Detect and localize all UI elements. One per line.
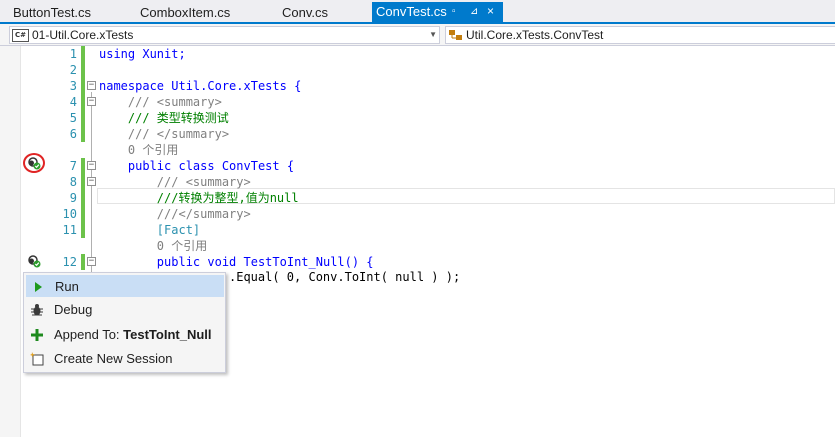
menu-item-label: Run (55, 279, 79, 294)
code-text: ///转换为整型,值为null (99, 191, 299, 205)
codelens-references[interactable]: 0 个引用 (0, 142, 835, 158)
menu-item-label: Debug (54, 302, 93, 317)
collapse-icon[interactable]: − (87, 161, 96, 170)
change-marker (81, 190, 85, 206)
change-marker (81, 126, 85, 142)
code-line-10[interactable]: 10 ///</summary> (0, 206, 835, 222)
class-icon (449, 30, 462, 40)
class-dropdown[interactable]: Util.Core.xTests.ConvTest (445, 26, 835, 44)
change-marker (81, 254, 85, 270)
line-number: 10 (62, 207, 77, 221)
code-text: public class ConvTest { (99, 159, 295, 173)
menu-item-debug[interactable]: Debug (26, 299, 224, 321)
menu-item-create-new-session[interactable]: Create New Session (26, 348, 224, 370)
play-icon (35, 282, 42, 292)
collapse-icon[interactable]: − (87, 257, 96, 266)
codelens-text[interactable]: 0 个引用 (99, 238, 207, 254)
code-line-3[interactable]: 3 − namespace Util.Core.xTests { (0, 78, 835, 94)
code-line-1[interactable]: 1 using Xunit; (0, 46, 835, 62)
code-line-12[interactable]: 12 − public void TestToInt_Null() { (0, 254, 835, 270)
code-line-7[interactable]: 7 − public class ConvTest { (0, 158, 835, 174)
menu-item-append-to[interactable]: Append To: TestToInt_Null (26, 324, 224, 346)
tab-comboxitem[interactable]: ComboxItem.cs (140, 3, 230, 22)
code-line-2[interactable]: 2 (0, 62, 835, 78)
code-line-8[interactable]: 8 − /// <summary> (0, 174, 835, 190)
code-line-9[interactable]: 9 ///转换为整型,值为null (0, 190, 835, 206)
change-marker (81, 62, 85, 78)
tab-convtest[interactable]: ConvTest.cs ▫ ⊿ × (372, 2, 503, 22)
code-text: /// </summary> (99, 127, 230, 141)
collapse-icon[interactable]: − (87, 177, 96, 186)
menu-item-label: Append To: TestToInt_Null (54, 324, 212, 346)
code-line-11[interactable]: 11 [Fact] (0, 222, 835, 238)
code-text: public void TestToInt_Null() { (99, 255, 374, 269)
class-dropdown-value: Util.Core.xTests.ConvTest (466, 28, 604, 42)
project-dropdown-value: 01-Util.Core.xTests (32, 28, 134, 42)
navigation-bar: C# 01-Util.Core.xTests ▼ Util.Core.xTest… (0, 24, 835, 46)
plus-icon (31, 329, 43, 341)
keep-open-icon[interactable]: ⊿ (470, 2, 478, 21)
bug-icon (31, 304, 43, 316)
line-number: 3 (69, 79, 77, 93)
project-dropdown[interactable]: C# 01-Util.Core.xTests ▼ (9, 26, 440, 44)
tab-conv[interactable]: Conv.cs (282, 3, 328, 22)
code-line-4[interactable]: 4 − /// <summary> (0, 94, 835, 110)
code-text: .Equal( 0, Conv.ToInt( null ) ); (229, 270, 461, 284)
tab-buttontest[interactable]: ButtonTest.cs (13, 3, 91, 22)
unit-test-icon[interactable] (27, 254, 41, 268)
line-number: 9 (69, 191, 77, 205)
code-text: /// 类型转换测试 (99, 111, 229, 125)
line-number: 6 (69, 127, 77, 141)
code-text: [Fact] (99, 223, 201, 237)
change-marker (81, 206, 85, 222)
tab-label: ComboxItem.cs (140, 5, 231, 20)
code-text: using Xunit; (99, 47, 186, 61)
line-number: 4 (69, 95, 77, 109)
csharp-project-icon: C# (12, 29, 29, 42)
code-line-5[interactable]: 5 /// 类型转换测试 (0, 110, 835, 126)
code-line-6[interactable]: 6 /// </summary> (0, 126, 835, 142)
new-session-icon (30, 352, 44, 366)
tab-label: ButtonTest.cs (13, 5, 92, 20)
codelens-references[interactable]: 0 个引用 (0, 238, 835, 254)
append-prefix: Append To: (54, 327, 124, 342)
line-number: 7 (69, 159, 77, 173)
line-number: 1 (69, 47, 77, 61)
code-text: /// <summary> (99, 95, 222, 109)
tab-label: ConvTest.cs (376, 4, 447, 19)
change-marker (81, 94, 85, 110)
code-text: ///</summary> (99, 207, 251, 221)
code-text: /// <summary> (99, 175, 251, 189)
unit-test-context-menu: Run Debug Append To: TestToInt_Null Crea… (23, 272, 226, 373)
line-number: 12 (62, 255, 77, 269)
collapse-icon[interactable]: − (87, 81, 96, 90)
append-target: TestToInt_Null (123, 327, 212, 342)
tab-label: Conv.cs (282, 5, 328, 20)
code-text: namespace Util.Core.xTests { (99, 79, 302, 93)
change-marker (81, 222, 85, 238)
change-marker (81, 174, 85, 190)
highlight-circle (23, 153, 45, 173)
close-icon[interactable]: × (487, 2, 494, 21)
collapse-icon[interactable]: − (87, 97, 96, 106)
change-marker (81, 78, 85, 94)
document-tab-bar: ButtonTest.cs ComboxItem.cs Conv.cs Conv… (0, 0, 835, 24)
change-marker (81, 46, 85, 62)
pin-icon[interactable]: ▫ (452, 2, 456, 21)
line-number: 5 (69, 111, 77, 125)
menu-item-label: Create New Session (54, 351, 173, 366)
line-number: 2 (69, 63, 77, 77)
line-number: 8 (69, 175, 77, 189)
line-number: 11 (62, 223, 77, 237)
codelens-text[interactable]: 0 个引用 (99, 142, 178, 158)
chevron-down-icon: ▼ (429, 30, 437, 39)
change-marker (81, 158, 85, 174)
change-marker (81, 110, 85, 126)
menu-item-run[interactable]: Run (26, 275, 224, 297)
